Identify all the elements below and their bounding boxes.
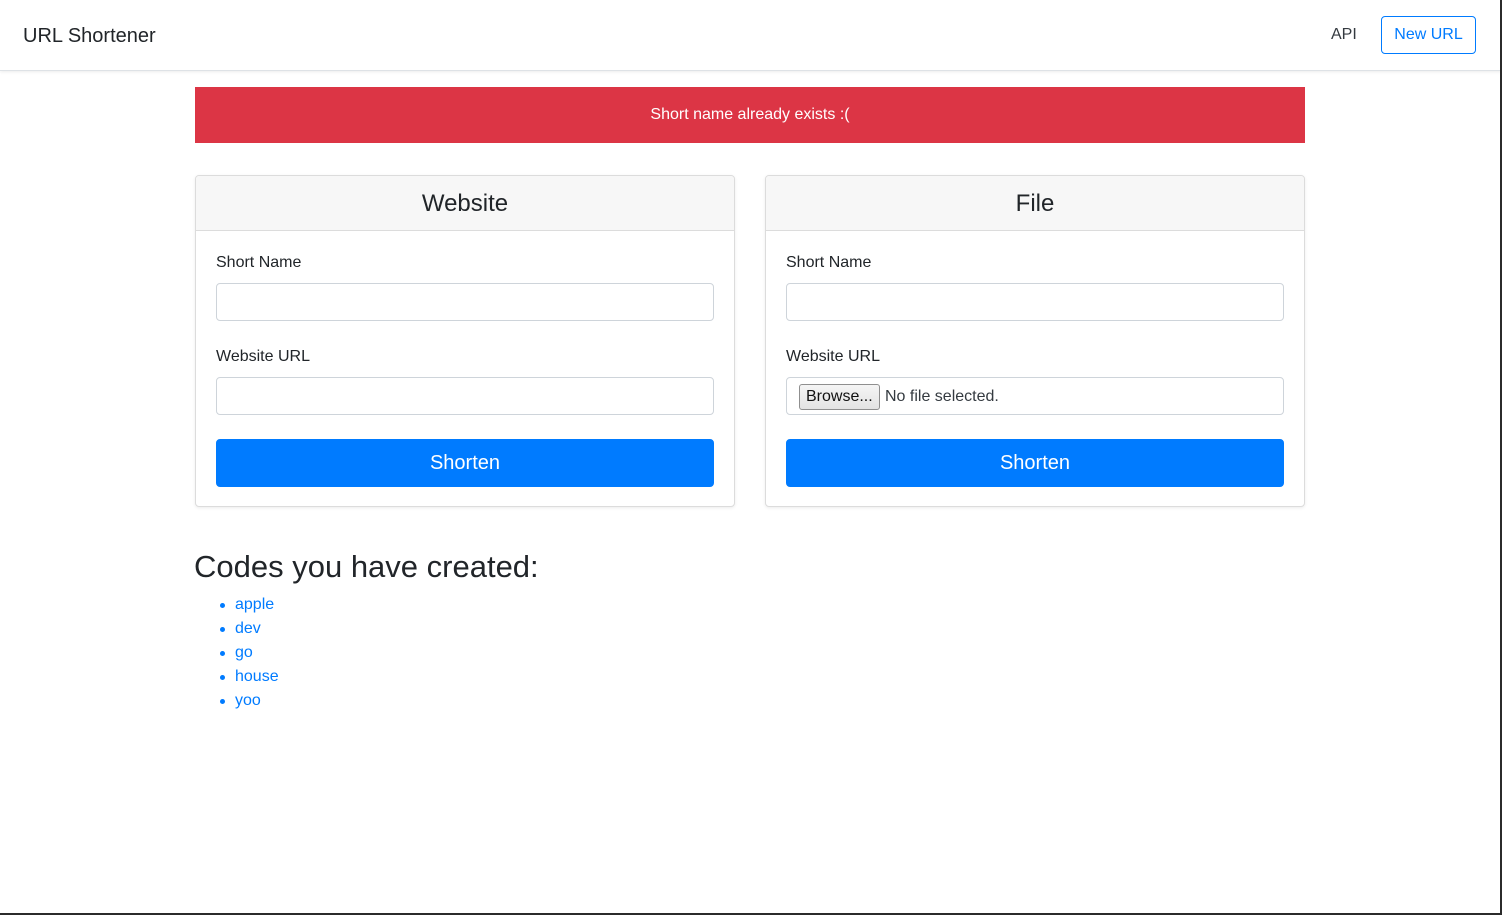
file-card-title: File (766, 176, 1304, 231)
code-list-item: apple (220, 593, 279, 617)
file-card-body: Short Name Website URL Browse... No file… (766, 231, 1304, 506)
website-short-name-input[interactable] (216, 283, 714, 321)
code-list-item: yoo (220, 689, 279, 713)
new-url-button[interactable]: New URL (1381, 16, 1476, 54)
website-short-name-label: Short Name (216, 254, 302, 271)
error-alert: Short name already exists :( (195, 87, 1305, 143)
file-card: File Short Name Website URL Browse... No… (765, 175, 1305, 507)
website-shorten-button[interactable]: Shorten (216, 439, 714, 487)
code-link-dev[interactable]: dev (235, 620, 261, 637)
bullet-icon (220, 675, 225, 680)
code-list-item: go (220, 641, 279, 665)
code-link-yoo[interactable]: yoo (235, 692, 261, 709)
website-url-input[interactable] (216, 377, 714, 415)
navbar: URL Shortener API New URL (0, 0, 1502, 71)
code-link-apple[interactable]: apple (235, 596, 274, 613)
website-card-body: Short Name Website URL Shorten (196, 231, 734, 506)
browse-button[interactable]: Browse... (799, 384, 880, 410)
file-url-label: Website URL (786, 348, 880, 365)
code-link-house[interactable]: house (235, 668, 279, 685)
codes-list: apple dev go house yoo (195, 593, 279, 713)
api-link[interactable]: API (1331, 25, 1357, 45)
website-card: Website Short Name Website URL Shorten (195, 175, 735, 507)
file-short-name-label: Short Name (786, 254, 872, 271)
bullet-icon (220, 627, 225, 632)
website-card-title: Website (196, 176, 734, 231)
bullet-icon (220, 699, 225, 704)
file-short-name-input[interactable] (786, 283, 1284, 321)
file-shorten-button[interactable]: Shorten (786, 439, 1284, 487)
website-url-label: Website URL (216, 348, 310, 365)
bullet-icon (220, 603, 225, 608)
brand-link[interactable]: URL Shortener (23, 24, 156, 48)
code-list-item: dev (220, 617, 279, 641)
file-input[interactable]: Browse... No file selected. (786, 377, 1284, 415)
code-link-go[interactable]: go (235, 644, 253, 661)
bullet-icon (220, 651, 225, 656)
file-status-text: No file selected. (885, 388, 999, 405)
codes-heading: Codes you have created: (194, 549, 539, 584)
code-list-item: house (220, 665, 279, 689)
